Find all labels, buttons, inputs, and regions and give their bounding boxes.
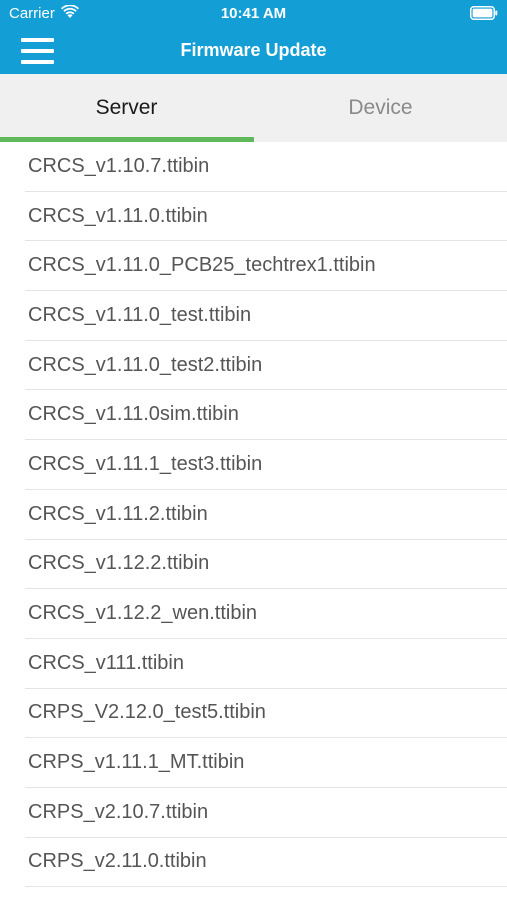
- list-item[interactable]: CRPS_v2.11.0.ttibin: [25, 838, 507, 888]
- tab-server[interactable]: Server: [0, 74, 253, 142]
- navigation-bar: Firmware Update: [0, 28, 507, 74]
- list-item[interactable]: CRPS_V2.12.0_test5.ttibin: [25, 689, 507, 739]
- list-item[interactable]: CRCS_v1.12.2_wen.ttibin: [25, 589, 507, 639]
- list-item[interactable]: CRCS_v1.12.2.ttibin: [25, 540, 507, 590]
- list-item[interactable]: CRCS_v1.11.0_test2.ttibin: [25, 341, 507, 391]
- list-item[interactable]: CRCS_v111.ttibin: [25, 639, 507, 689]
- page-title: Firmware Update: [180, 40, 327, 60]
- app-header: Carrier 10:41 AM Firmware Update: [0, 0, 507, 74]
- status-bar: Carrier 10:41 AM: [0, 0, 507, 28]
- list-item[interactable]: CRCS_v1.11.2.ttibin: [25, 490, 507, 540]
- list-item[interactable]: CRCS_v1.11.0_test.ttibin: [25, 291, 507, 341]
- firmware-file-list: CRCS_v1.10.7.ttibin CRCS_v1.11.0.ttibin …: [0, 142, 507, 888]
- list-item[interactable]: CRCS_v1.11.0sim.ttibin: [25, 390, 507, 441]
- tab-device[interactable]: Device: [254, 74, 507, 142]
- list-item[interactable]: CRCS_v1.11.0_PCB25_techtrex1.ttibin: [25, 241, 507, 292]
- list-item[interactable]: CRCS_v1.10.7.ttibin: [25, 142, 507, 192]
- list-item[interactable]: CRPS_v2.10.7.ttibin: [25, 788, 507, 838]
- tab-bar: Server Device: [0, 74, 507, 142]
- list-item[interactable]: CRCS_v1.11.0.ttibin: [25, 192, 507, 242]
- list-item[interactable]: CRCS_v1.11.1_test3.ttibin: [25, 440, 507, 490]
- status-time: 10:41 AM: [220, 5, 287, 22]
- list-item[interactable]: CRPS_v1.11.1_MT.ttibin: [25, 738, 507, 788]
- battery-icon: [470, 6, 498, 20]
